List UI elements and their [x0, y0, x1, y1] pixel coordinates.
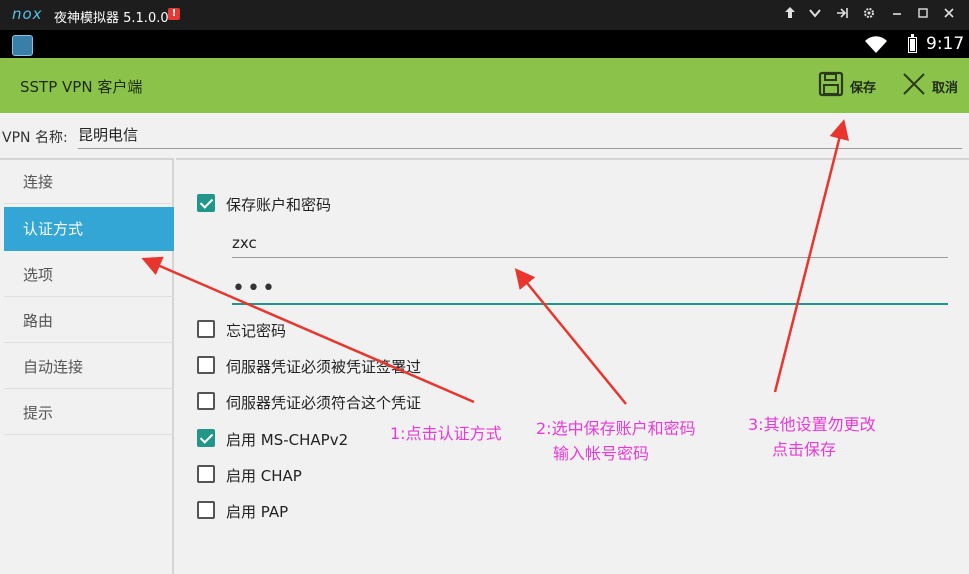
vpn-name-input[interactable]	[78, 121, 962, 149]
annotation-step3-line2: 点击保存	[772, 440, 837, 459]
page-title: SSTP VPN 客户端	[20, 78, 143, 96]
chap-checkbox[interactable]	[197, 465, 215, 483]
save-icon	[818, 71, 844, 97]
close-icon	[903, 73, 925, 95]
option-label: 启用 CHAP	[226, 467, 302, 485]
gear-icon[interactable]	[860, 6, 878, 24]
sidebar-item-routing[interactable]: 路由	[4, 299, 174, 343]
sidebar-item-options[interactable]: 选项	[4, 253, 174, 297]
option-label: 忘记密码	[226, 322, 287, 340]
cert-match-checkbox[interactable]	[197, 392, 215, 410]
forget-password-checkbox[interactable]	[197, 320, 215, 338]
save-account-label: 保存账户和密码	[226, 196, 332, 214]
chevron-down-icon[interactable]	[806, 6, 824, 24]
annotation-step1: 1:点击认证方式	[390, 424, 502, 443]
pap-checkbox[interactable]	[197, 501, 215, 519]
sidebar-item-tips[interactable]: 提示	[4, 391, 174, 435]
annotation-step2-line2: 输入帐号密码	[553, 444, 650, 463]
mschapv2-checkbox[interactable]	[197, 429, 215, 447]
battery-icon	[908, 34, 917, 53]
minimize-icon[interactable]	[888, 6, 906, 24]
sidebar-item-autoconnect[interactable]: 自动连接	[4, 345, 174, 389]
status-clock: 9:17	[926, 34, 965, 54]
android-status-bar: 9:17	[0, 30, 969, 58]
action-bar: SSTP VPN 客户端 保存 取消	[0, 58, 969, 113]
emulator-title-bar: nox 夜神模拟器 5.1.0.0 !	[0, 0, 969, 30]
save-label: 保存	[850, 81, 877, 96]
option-label: 启用 MS-CHAPv2	[226, 431, 349, 449]
option-label: 伺服器凭证必须符合这个凭证	[226, 394, 422, 412]
option-label: 启用 PAP	[226, 503, 289, 521]
cancel-label: 取消	[932, 81, 959, 96]
nox-logo: nox	[12, 5, 43, 23]
settings-sidebar: 连接 认证方式 选项 路由 自动连接 提示	[0, 158, 174, 574]
close-icon[interactable]	[940, 6, 958, 24]
sidebar-item-connection[interactable]: 连接	[4, 160, 174, 204]
annotation-step3-line1: 3:其他设置勿更改	[748, 415, 876, 434]
content-area: VPN 名称: 连接 认证方式 选项 路由 自动连接 提示 保存账户和密码 忘记…	[0, 113, 969, 574]
annotation-step2-line1: 2:选中保存账户和密码	[536, 419, 696, 438]
auth-panel: 保存账户和密码 忘记密码 伺服器凭证必须被凭证签署过 伺服器凭证必须符合这个凭证…	[176, 158, 969, 574]
password-input[interactable]	[232, 273, 948, 305]
alert-icon[interactable]: !	[168, 8, 180, 20]
maximize-icon[interactable]	[914, 6, 932, 24]
username-input[interactable]	[232, 229, 948, 258]
option-label: 伺服器凭证必须被凭证签署过	[226, 358, 422, 376]
save-account-checkbox[interactable]	[197, 194, 215, 212]
sidebar-item-auth[interactable]: 认证方式	[4, 207, 174, 251]
emulator-title: 夜神模拟器 5.1.0.0	[54, 11, 169, 26]
vpn-name-label: VPN 名称:	[2, 130, 68, 146]
cert-signed-checkbox[interactable]	[197, 356, 215, 374]
app-icon	[12, 35, 33, 56]
wifi-icon	[865, 36, 887, 53]
pin-icon[interactable]	[781, 6, 799, 24]
cancel-button[interactable]: 取消	[898, 68, 964, 104]
shake-icon[interactable]	[833, 6, 851, 24]
save-button[interactable]: 保存	[814, 68, 886, 104]
